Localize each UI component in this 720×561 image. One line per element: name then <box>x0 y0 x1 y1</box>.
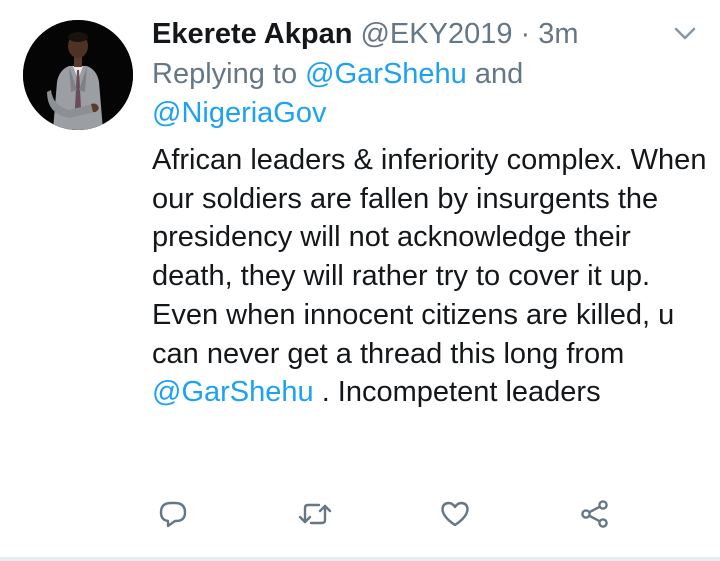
replying-joiner: and <box>466 58 524 90</box>
share-button[interactable] <box>573 494 617 538</box>
chevron-down-icon[interactable] <box>672 24 698 44</box>
retweet-button[interactable] <box>293 494 337 538</box>
mention-link[interactable]: @NigeriaGov <box>152 97 327 129</box>
tweet[interactable]: Ekerete Akpan @EKY2019 · 3m Replying to … <box>0 0 720 561</box>
like-button[interactable] <box>433 494 477 538</box>
reply-button[interactable] <box>151 494 195 538</box>
comment-icon <box>157 498 189 535</box>
tweet-text: African leaders & inferiority complex. W… <box>152 141 712 412</box>
separator-dot: · <box>520 18 531 50</box>
user-handle[interactable]: @EKY2019 <box>360 18 512 50</box>
share-icon <box>579 498 611 535</box>
mention-link[interactable]: @GarShehu <box>305 58 467 90</box>
avatar[interactable] <box>23 20 133 130</box>
tweet-actions <box>0 494 720 538</box>
divider <box>0 557 720 561</box>
tweet-header: Ekerete Akpan @EKY2019 · 3m <box>152 14 672 54</box>
display-name[interactable]: Ekerete Akpan <box>152 18 352 50</box>
replying-prefix: Replying to <box>152 58 306 90</box>
timestamp[interactable]: 3m <box>538 18 578 50</box>
tweet-text-part: African leaders & inferiority complex. W… <box>152 144 707 370</box>
mention-link[interactable]: @GarShehu <box>152 376 314 408</box>
heart-icon <box>439 498 471 535</box>
retweet-icon <box>297 498 333 535</box>
replying-to: Replying to @GarShehu and @NigeriaGov <box>152 55 672 133</box>
tweet-text-part: . Incompetent leaders <box>313 376 601 409</box>
avatar-image <box>23 20 133 130</box>
